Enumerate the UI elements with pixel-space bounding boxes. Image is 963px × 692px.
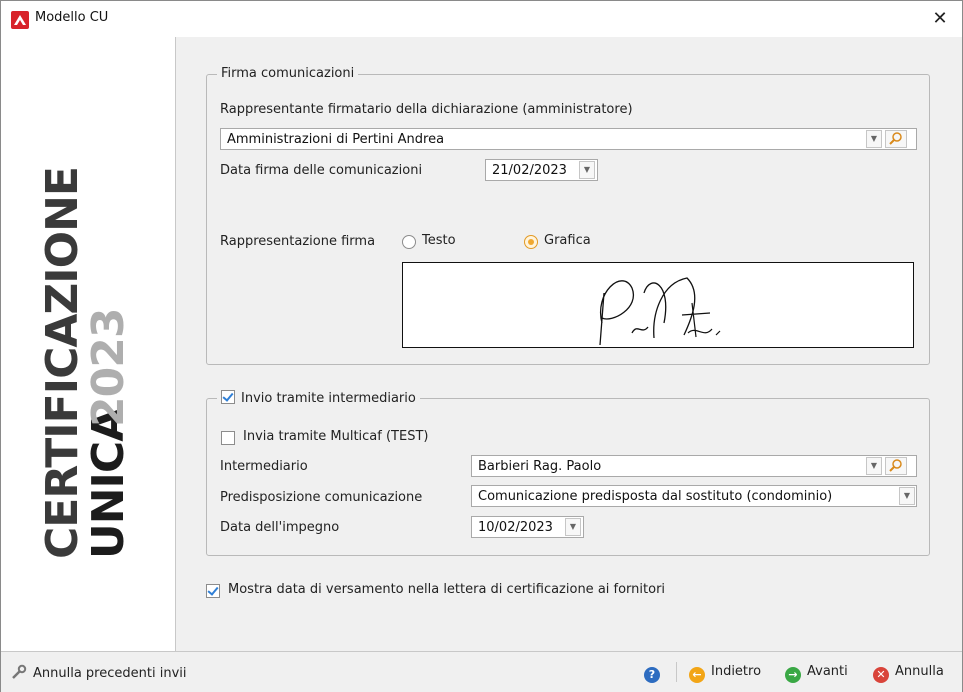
close-icon: ✕ bbox=[932, 8, 948, 29]
data-firma-field[interactable]: 21/02/2023 ▼ bbox=[485, 159, 598, 181]
radio-testo-label[interactable]: Testo bbox=[422, 233, 456, 248]
radio-grafica-label[interactable]: Grafica bbox=[544, 233, 591, 248]
annulla-button[interactable]: ✕ Annulla bbox=[873, 664, 944, 683]
multicaf-label[interactable]: Invia tramite Multicaf (TEST) bbox=[243, 429, 428, 444]
annulla-precedenti-button[interactable]: Annulla precedenti invii bbox=[11, 664, 187, 681]
chevron-down-icon: ▼ bbox=[870, 461, 878, 470]
help-icon: ? bbox=[644, 667, 660, 683]
brand-year: 2023 bbox=[83, 308, 134, 427]
predisposizione-dropdown-button[interactable]: ▼ bbox=[899, 487, 915, 505]
wrench-icon bbox=[11, 664, 27, 680]
chevron-down-icon: ▼ bbox=[583, 165, 591, 174]
predisposizione-label: Predisposizione comunicazione bbox=[220, 490, 423, 505]
avanti-button[interactable]: → Avanti bbox=[785, 664, 848, 683]
chevron-down-icon: ▼ bbox=[569, 522, 577, 531]
rappresentante-dropdown-button[interactable]: ▼ bbox=[866, 130, 882, 148]
main-content: Firma comunicazioni Rappresentante firma… bbox=[176, 37, 962, 651]
close-button[interactable]: ✕ bbox=[926, 7, 954, 31]
window-title: Modello CU bbox=[35, 10, 109, 25]
bottom-toolbar: Annulla precedenti invii ? ← Indietro → Av… bbox=[1, 651, 962, 692]
mostra-data-checkbox[interactable] bbox=[206, 584, 220, 598]
help-button[interactable]: ? bbox=[644, 664, 666, 683]
annulla-label: Annulla bbox=[895, 664, 944, 679]
rappresentante-value: Amministrazioni di Pertini Andrea bbox=[227, 132, 445, 147]
data-impegno-field[interactable]: 10/02/2023 ▼ bbox=[471, 516, 584, 538]
intermediario-label: Intermediario bbox=[220, 459, 308, 474]
data-firma-value: 21/02/2023 bbox=[492, 163, 567, 178]
invio-intermediario-checkbox[interactable] bbox=[221, 390, 235, 404]
signature-preview bbox=[402, 262, 914, 348]
cancel-icon: ✕ bbox=[873, 667, 889, 683]
invio-legend: Invio tramite intermediario bbox=[217, 390, 420, 406]
search-icon bbox=[889, 459, 902, 472]
invio-intermediario-group: Invio tramite intermediario Invia tramit… bbox=[206, 390, 930, 556]
toolbar-separator bbox=[676, 662, 677, 682]
radio-testo[interactable] bbox=[402, 235, 416, 249]
intermediario-search-button[interactable] bbox=[885, 457, 907, 475]
sidebar-branding: CERTIFICAZIONE UNICA 2023 bbox=[1, 37, 176, 651]
avanti-label: Avanti bbox=[807, 664, 848, 679]
brand-certificazione: CERTIFICAZIONE bbox=[37, 167, 88, 559]
rappresentante-search-button[interactable] bbox=[885, 130, 907, 148]
intermediario-combo[interactable]: Barbieri Rag. Paolo ▼ bbox=[471, 455, 917, 477]
mostra-data-label[interactable]: Mostra data di versamento nella lettera … bbox=[228, 582, 665, 597]
firma-legend: Firma comunicazioni bbox=[217, 66, 359, 81]
rappresentante-combo[interactable]: Amministrazioni di Pertini Andrea ▼ bbox=[220, 128, 917, 150]
indietro-button[interactable]: ← Indietro bbox=[689, 664, 761, 683]
indietro-label: Indietro bbox=[711, 664, 762, 679]
rappresentazione-firma-label: Rappresentazione firma bbox=[220, 234, 376, 249]
modello-cu-window: Modello CU ✕ CERTIFICAZIONE UNICA 2023 F… bbox=[0, 0, 963, 692]
predisposizione-value: Comunicazione predisposta dal sostituto … bbox=[478, 489, 833, 504]
chevron-down-icon: ▼ bbox=[870, 134, 878, 143]
data-impegno-value: 10/02/2023 bbox=[478, 520, 553, 535]
chevron-down-icon: ▼ bbox=[903, 491, 911, 500]
app-logo-icon bbox=[11, 11, 29, 29]
arrow-left-icon: ← bbox=[689, 667, 705, 683]
predisposizione-combo[interactable]: Comunicazione predisposta dal sostituto … bbox=[471, 485, 917, 507]
brand-unica: UNICA bbox=[83, 408, 134, 559]
intermediario-dropdown-button[interactable]: ▼ bbox=[866, 457, 882, 475]
multicaf-checkbox[interactable] bbox=[221, 431, 235, 445]
title-bar: Modello CU ✕ bbox=[1, 1, 962, 37]
radio-grafica[interactable] bbox=[524, 235, 538, 249]
signature-image bbox=[592, 263, 724, 347]
data-impegno-dropdown-button[interactable]: ▼ bbox=[565, 518, 581, 536]
data-impegno-label: Data dell'impegno bbox=[220, 520, 340, 535]
arrow-right-icon: → bbox=[785, 667, 801, 683]
data-firma-dropdown-button[interactable]: ▼ bbox=[579, 161, 595, 179]
rappresentante-label: Rappresentante firmatario della dichiara… bbox=[220, 102, 633, 117]
data-firma-label: Data firma delle comunicazioni bbox=[220, 163, 423, 178]
annulla-precedenti-label: Annulla precedenti invii bbox=[33, 666, 187, 681]
search-icon bbox=[889, 132, 902, 145]
invio-legend-label[interactable]: Invio tramite intermediario bbox=[241, 391, 416, 406]
intermediario-value: Barbieri Rag. Paolo bbox=[478, 459, 602, 474]
firma-comunicazioni-group: Firma comunicazioni Rappresentante firma… bbox=[206, 66, 930, 365]
